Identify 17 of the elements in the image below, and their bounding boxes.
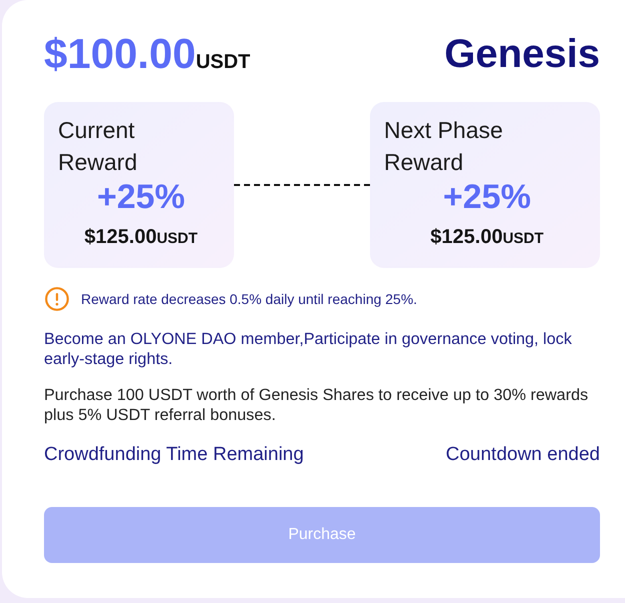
- description-text: Purchase 100 USDT worth of Genesis Shares to receive up to 30% rewards plus 5% USDT referral bonuses.: [44, 385, 590, 425]
- countdown-label: Crowdfunding Time Remaining: [44, 443, 304, 467]
- reward-label: Current Reward: [58, 116, 138, 177]
- reward-bonus: +25%: [443, 179, 531, 215]
- countdown-status: Countdown ended: [446, 443, 600, 467]
- reward-amount: $125.00: [84, 225, 157, 250]
- reward-bonus: +25%: [97, 179, 185, 215]
- reward-label: Next Phase Reward: [384, 116, 504, 177]
- price-unit: USDT: [196, 50, 250, 74]
- notice-text: Reward rate decreases 0.5% daily until reaching 25%.: [81, 290, 418, 308]
- description-text: Become an OLYONE DAO member,Participate in governance voting, lock early-stage rights.: [44, 329, 573, 369]
- reward-unit: USDT: [502, 229, 544, 249]
- reward-amount: $125.00: [430, 225, 503, 250]
- card-title: Genesis: [444, 31, 600, 78]
- price-amount: $100.00: [44, 30, 196, 78]
- warning-icon: [45, 287, 69, 311]
- reward-unit: USDT: [156, 229, 198, 249]
